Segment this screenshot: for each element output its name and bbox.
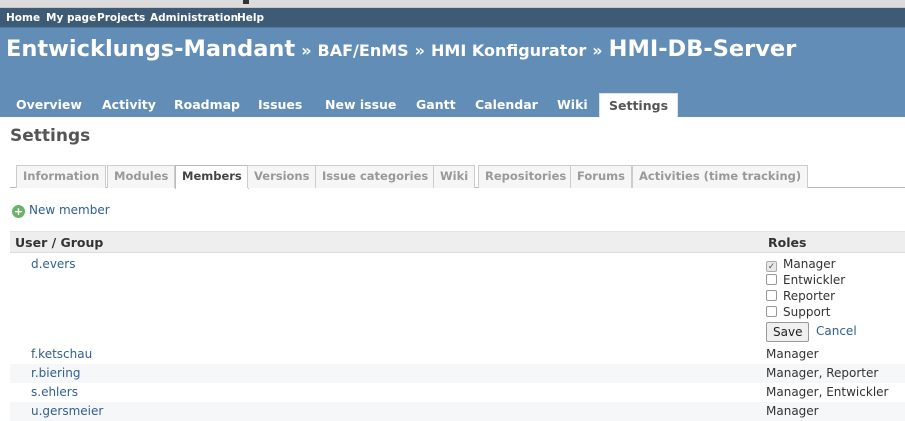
settings-tab-activities[interactable]: Activities (time tracking) <box>632 165 809 188</box>
tab-gantt[interactable]: Gantt <box>407 93 465 117</box>
project-breadcrumb: Entwicklungs-Mandant » BAF/EnMS » HMI Konfig… <box>6 36 796 62</box>
member-name[interactable]: u.gersmeier <box>31 404 103 418</box>
member-name[interactable]: f.ketschau <box>31 347 92 361</box>
column-header-user: User / Group <box>15 235 104 250</box>
tab-calendar[interactable]: Calendar <box>466 93 547 117</box>
role-option-label: Manager <box>783 257 836 271</box>
member-name[interactable]: d.evers <box>31 257 75 271</box>
new-member-link[interactable]: + New member <box>12 203 110 218</box>
member-roles: Manager, Reporter <box>766 366 879 380</box>
table-row: f.ketschau Manager <box>10 345 905 364</box>
checkbox-support[interactable] <box>766 306 777 317</box>
breadcrumb-root[interactable]: Entwicklungs-Mandant <box>6 36 295 62</box>
top-menu-my-page[interactable]: My page <box>46 12 96 24</box>
tab-issues[interactable]: Issues <box>249 93 311 117</box>
table-row: s.ehlers Manager, Entwickler <box>10 383 905 402</box>
project-name: HMI-DB-Server <box>608 36 797 62</box>
tab-wiki[interactable]: Wiki <box>548 93 597 117</box>
role-option-entwickler[interactable]: Entwickler <box>766 273 845 287</box>
role-option-label: Reporter <box>783 289 836 303</box>
settings-tab-issue-categories[interactable]: Issue categories <box>315 165 436 188</box>
checkbox-manager[interactable]: ✓ <box>766 261 777 272</box>
main-menu: Overview Activity Roadmap Issues New iss… <box>0 93 905 117</box>
top-menu-help[interactable]: Help <box>237 12 264 24</box>
role-option-label: Support <box>783 305 831 319</box>
breadcrumb-baf-enms[interactable]: BAF/EnMS <box>318 41 409 60</box>
breadcrumb-separator: » <box>414 41 425 60</box>
top-menu-projects[interactable]: Projects <box>97 12 145 24</box>
settings-tab-information[interactable]: Information <box>16 165 107 188</box>
column-header-roles: Roles <box>768 235 807 250</box>
save-button[interactable]: Save <box>766 322 810 342</box>
role-option-manager[interactable]: ✓ Manager <box>766 257 836 272</box>
checkbox-reporter[interactable] <box>766 290 777 301</box>
tab-new-issue[interactable]: New issue <box>316 93 405 117</box>
member-name[interactable]: s.ehlers <box>31 385 78 399</box>
role-option-reporter[interactable]: Reporter <box>766 289 835 303</box>
breadcrumb-separator: » <box>592 41 603 60</box>
toolbar-glyph <box>243 0 249 4</box>
table-row: r.biering Manager, Reporter <box>10 364 905 383</box>
role-option-support[interactable]: Support <box>766 305 830 319</box>
settings-tab-versions[interactable]: Versions <box>247 165 317 188</box>
settings-tab-forums[interactable]: Forums <box>570 165 632 188</box>
role-option-label: Entwickler <box>783 273 846 287</box>
new-member-label: New member <box>29 203 110 217</box>
top-menu-administration[interactable]: Administration <box>150 12 238 24</box>
top-menu-home[interactable]: Home <box>6 12 40 24</box>
settings-tab-repositories[interactable]: Repositories <box>478 165 574 188</box>
member-roles: Manager <box>766 404 819 418</box>
member-roles: Manager <box>766 347 819 361</box>
breadcrumb-hmi-konfigurator[interactable]: HMI Konfigurator <box>431 41 586 60</box>
settings-tab-members[interactable]: Members <box>175 165 249 189</box>
tab-activity[interactable]: Activity <box>93 93 165 117</box>
settings-tab-modules[interactable]: Modules <box>107 165 176 188</box>
member-roles: Manager, Entwickler <box>766 385 889 399</box>
breadcrumb-separator: » <box>301 41 312 60</box>
tab-roadmap[interactable]: Roadmap <box>165 93 249 117</box>
checkbox-entwickler[interactable] <box>766 274 777 285</box>
settings-tabs: Information Modules Members Versions Iss… <box>10 165 905 189</box>
top-menu: Home My page Projects Administration Hel… <box>0 8 905 28</box>
browser-chrome-strip <box>0 0 905 8</box>
add-icon: + <box>12 205 25 218</box>
tab-settings[interactable]: Settings <box>599 93 679 117</box>
settings-tab-wiki[interactable]: Wiki <box>433 165 476 188</box>
table-header: User / Group Roles <box>10 231 905 253</box>
tab-overview[interactable]: Overview <box>7 93 91 117</box>
table-row-editing: d.evers ✓ Manager Entwickler Reporter Sup… <box>10 254 905 345</box>
page-title: Settings <box>10 126 91 146</box>
member-name[interactable]: r.biering <box>31 366 80 380</box>
cancel-link[interactable]: Cancel <box>816 324 857 338</box>
